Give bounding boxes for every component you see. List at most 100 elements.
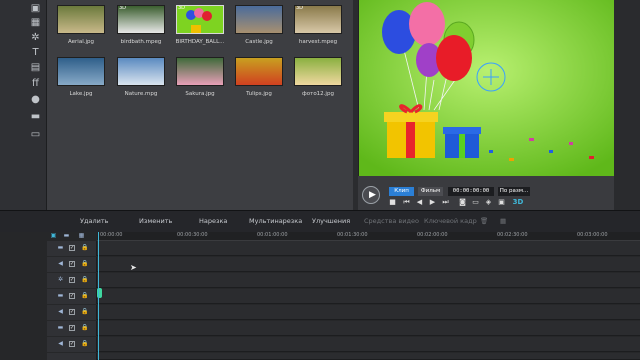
effects-track-icon: ✲	[57, 276, 64, 283]
preview-side-strip	[614, 0, 640, 210]
tab-multi-trim[interactable]: Мультинарезка	[249, 217, 302, 225]
snapshot-icon[interactable]: ◙	[458, 198, 467, 207]
edit-tabs-bar: Удалить Изменить Нарезка Мультинарезка У…	[0, 210, 640, 232]
tab-movie[interactable]: Фильм	[418, 187, 443, 196]
volume-icon[interactable]: ◈	[484, 198, 493, 207]
thumbnail-label: birdbath.mpeg	[120, 39, 162, 45]
library-item[interactable]: Sakura.jpg	[173, 57, 227, 97]
library-item[interactable]: 3D harvest.mpeg	[291, 5, 345, 45]
library-item[interactable]: Nature.mpg	[114, 57, 168, 97]
library-item[interactable]: Tulips.jpg	[232, 57, 286, 97]
ruler-label: 00:02:30:00	[497, 232, 528, 238]
3d-mode-toggle[interactable]: 3D	[510, 198, 526, 207]
mouse-cursor-icon: ➤	[130, 263, 137, 272]
lock-icon[interactable]: 🔒	[81, 277, 88, 283]
previous-frame-icon[interactable]: ⏮	[402, 198, 411, 207]
thumbnail-label: Castle.jpg	[245, 39, 273, 45]
track-visible-checkbox[interactable]: ✓	[69, 309, 75, 315]
audio-track-icon: ◀	[58, 340, 63, 347]
track-row-audio-2[interactable]: ◀ ✓ 🔒	[47, 305, 640, 320]
stop-icon[interactable]: ■	[388, 198, 397, 207]
ruler-label: 00:01:30:00	[337, 232, 368, 238]
track-visible-checkbox[interactable]: ✓	[69, 245, 75, 251]
lock-icon[interactable]: 🔒	[81, 261, 88, 267]
tab-clip[interactable]: Клип	[389, 187, 414, 196]
audio-mixer-icon[interactable]: ff	[29, 77, 42, 90]
track-row-audio-3[interactable]: ◀ ✓ 🔒	[47, 337, 640, 352]
tab-video-tools[interactable]: Средства видео	[364, 217, 419, 225]
track-header: ▬ ✓ 🔒	[47, 321, 97, 336]
fit-size-dropdown[interactable]: По разм...	[498, 187, 530, 196]
timeline-ruler[interactable]: 00:00:00 00:00:30:00 00:01:00:00 00:01:3…	[97, 232, 640, 241]
tab-trim[interactable]: Нарезка	[199, 217, 227, 225]
record-icon[interactable]: ●	[29, 93, 42, 106]
playhead[interactable]	[98, 232, 99, 360]
library-item[interactable]: Aerial.jpg	[54, 5, 108, 45]
track-row-video-2[interactable]: ▬ ✓ 🔒	[47, 289, 640, 304]
fullscreen-icon[interactable]: ▭	[471, 198, 480, 207]
library-item[interactable]: 3D birdbath.mpeg	[114, 5, 168, 45]
scene-icon[interactable]: ▦	[29, 16, 42, 29]
next-frame-icon[interactable]: ⏭	[441, 198, 450, 207]
title-icon[interactable]: T	[29, 46, 42, 59]
thumbnail	[235, 5, 283, 34]
trash-icon[interactable]: 🗑	[480, 217, 488, 225]
thumbnail-label: Nature.mpg	[124, 91, 158, 97]
track-visible-checkbox[interactable]: ✓	[69, 261, 75, 267]
chapter-icon[interactable]: ▭	[29, 128, 42, 141]
track-header: ◀ ✓ 🔒	[47, 257, 97, 272]
lock-icon[interactable]: 🔒	[81, 325, 88, 331]
track-visible-checkbox[interactable]: ✓	[69, 341, 75, 347]
track-header: ◀ ✓ 🔒	[47, 305, 97, 320]
lock-icon[interactable]: 🔒	[81, 245, 88, 251]
preview-settings-icon[interactable]: ▣	[497, 198, 506, 207]
preview-window[interactable]	[358, 0, 614, 176]
red-balloon	[436, 35, 472, 81]
effects-icon[interactable]: ✲	[29, 31, 42, 44]
media-library-icon[interactable]: ▣	[29, 2, 42, 15]
tab-delete[interactable]: Удалить	[80, 217, 108, 225]
storyboard-icon[interactable]: ▬	[63, 233, 70, 239]
track-row-video-4[interactable]	[47, 353, 640, 360]
subtitle-icon[interactable]: ▬	[29, 110, 42, 123]
thumbnail-label: Sakura.jpg	[185, 91, 215, 97]
library-item[interactable]: фото12.jpg	[291, 57, 345, 97]
thumbnail: 3D	[117, 5, 165, 34]
lock-icon[interactable]: 🔒	[81, 309, 88, 315]
thumbnail	[117, 57, 165, 86]
ruler-label: 00:03:00:00	[577, 232, 608, 238]
tab-keyframe[interactable]: Ключевой кадр	[424, 217, 477, 225]
thumbnail-label: фото12.jpg	[302, 91, 334, 97]
track-visible-checkbox[interactable]: ✓	[69, 293, 75, 299]
timeline-toolbar: ▣ ▬ ▦	[47, 232, 97, 240]
balloons-thumbnail-art	[186, 8, 212, 33]
track-row-effects[interactable]: ✲ ✓ 🔒	[47, 273, 640, 288]
thumbnail	[235, 57, 283, 86]
track-row-video-3[interactable]: ▬ ✓ 🔒	[47, 321, 640, 336]
more-tools-icon[interactable]: ▦	[500, 217, 506, 225]
filmstrip-icon[interactable]: ▦	[78, 233, 85, 239]
transition-icon[interactable]: ▤	[29, 61, 42, 74]
thumbnail	[176, 57, 224, 86]
forward-icon[interactable]: ▶	[428, 198, 437, 207]
track-visible-checkbox[interactable]: ✓	[69, 277, 75, 283]
library-item[interactable]: Castle.jpg	[232, 5, 286, 45]
rewind-icon[interactable]: ◀	[415, 198, 424, 207]
timeline-mode-icon[interactable]: ▣	[50, 233, 57, 239]
ruler-label: 00:02:00:00	[417, 232, 448, 238]
library-item-selected[interactable]: 3D BIRTHDAY_BALL...	[173, 5, 227, 45]
preview-scene	[359, 0, 614, 176]
play-button[interactable]: ▶	[362, 186, 380, 204]
audio-track-icon: ◀	[58, 308, 63, 315]
lock-icon[interactable]: 🔒	[81, 293, 88, 299]
track-visible-checkbox[interactable]: ✓	[69, 325, 75, 331]
video-track-icon: ▬	[57, 324, 64, 331]
library-item[interactable]: Lake.jpg	[54, 57, 108, 97]
tab-modify[interactable]: Изменить	[139, 217, 172, 225]
lock-icon[interactable]: 🔒	[81, 341, 88, 347]
thumbnail-label: Lake.jpg	[69, 91, 93, 97]
track-row-video-1[interactable]: ▬ ✓ 🔒	[47, 241, 640, 256]
player-controls: ▶ Клип Фильм 00:00:00:00 По разм... ■ ⏮ …	[358, 176, 614, 210]
track-header: ◀ ✓ 🔒	[47, 337, 97, 352]
tab-enhance[interactable]: Улучшения	[312, 217, 350, 225]
